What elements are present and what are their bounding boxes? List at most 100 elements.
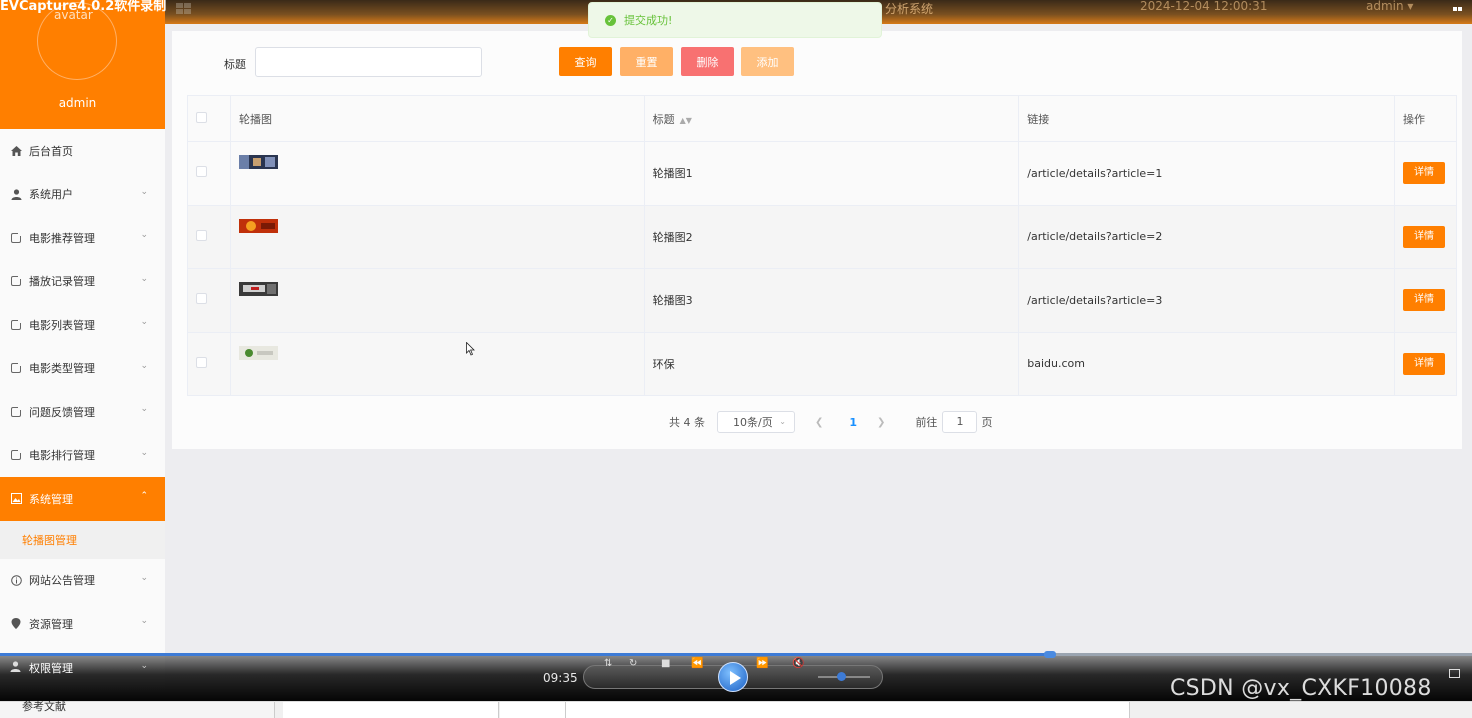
row-link: /article/details?article=1	[1018, 141, 1395, 206]
row-link: baidu.com	[1018, 331, 1395, 396]
sidebar-item-permissions[interactable]: 权限管理 ⌄	[0, 655, 165, 681]
system-title: 分析系统	[885, 2, 934, 16]
chevron-down-icon: ⌄	[140, 404, 148, 414]
sidebar-item-label: 系统用户	[29, 188, 73, 202]
sidebar-item-feedback[interactable]: 问题反馈管理 ⌄	[0, 390, 165, 434]
detail-button[interactable]: 详情	[1402, 289, 1445, 312]
goto-page-input[interactable]: 1	[942, 411, 978, 433]
select-all-cell	[187, 95, 231, 142]
clock-text: 2024-12-04 12:00:31	[1140, 0, 1268, 13]
title-search-input[interactable]	[255, 47, 482, 77]
stop-icon[interactable]: ■	[661, 658, 670, 669]
column-header-action: 操作	[1393, 95, 1458, 142]
query-button[interactable]: 查询	[559, 47, 612, 76]
fast-forward-icon[interactable]: ⏩	[756, 658, 768, 669]
add-button[interactable]: 添加	[741, 47, 794, 76]
shuffle-icon[interactable]: ⇅	[604, 658, 612, 669]
sidebar-item-movie-recommend[interactable]: 电影推荐管理 ⌄	[0, 216, 165, 260]
sidebar-item-label: 电影列表管理	[29, 318, 95, 332]
next-page-icon[interactable]: ❯	[877, 417, 885, 428]
row-checkbox[interactable]	[196, 166, 207, 178]
sidebar-item-movie-list[interactable]: 电影列表管理 ⌄	[0, 303, 165, 347]
chevron-down-icon: ⌄	[140, 360, 148, 371]
window-control-icon[interactable]	[1453, 1, 1465, 11]
mute-icon[interactable]: 🔇	[792, 658, 804, 669]
play-button[interactable]	[718, 662, 748, 692]
success-toast: ✓ 提交成功!	[588, 2, 882, 38]
playback-progress[interactable]	[0, 653, 1472, 656]
toast-message: 提交成功!	[624, 14, 673, 27]
menu-grid-icon[interactable]	[176, 3, 192, 15]
repeat-icon[interactable]: ↻	[629, 658, 637, 669]
select-all-checkbox[interactable]	[196, 111, 207, 123]
detail-button[interactable]: 详情	[1402, 162, 1445, 185]
home-icon	[10, 145, 22, 157]
row-title: 轮播图3	[643, 268, 1020, 333]
sidebar-item-label: 播放记录管理	[29, 275, 95, 289]
page-size-select[interactable]: 10条/页 ⌄	[717, 411, 795, 433]
rewind-icon[interactable]: ⏪	[691, 658, 703, 669]
row-checkbox[interactable]	[196, 293, 207, 305]
row-checkbox[interactable]	[196, 229, 207, 241]
sidebar-item-label: 权限管理	[29, 662, 73, 675]
username-label: admin	[58, 96, 97, 110]
current-page[interactable]: 1	[849, 416, 857, 429]
sidebar-item-announcements[interactable]: 网站公告管理 ⌄	[0, 559, 165, 603]
sidebar-item-resources[interactable]: 资源管理 ⌄	[0, 602, 165, 646]
sort-icon[interactable]: ▲▼	[680, 116, 692, 125]
mouse-cursor-icon	[466, 342, 475, 356]
sidebar-subitem-carousel[interactable]: 轮播图管理	[0, 520, 165, 559]
sidebar-item-movie-ranking[interactable]: 电影排行管理 ⌄	[0, 434, 165, 478]
check-circle-icon: ✓	[605, 14, 616, 26]
table-row: 环保 baidu.com 详情	[187, 331, 1458, 396]
pagination: 共 4 条 10条/页 ⌄ ❮ 1 ❯ 前往 1 页	[669, 411, 992, 433]
user-menu[interactable]: admin ▾	[1366, 0, 1413, 13]
sidebar-item-label: 资源管理	[29, 617, 73, 631]
sidebar-item-system-users[interactable]: 系统用户 ⌄	[0, 173, 165, 217]
page-unit-label: 页	[981, 416, 993, 429]
csdn-watermark: CSDN @vx_CXKF10088	[1170, 676, 1432, 701]
fullscreen-icon[interactable]	[1449, 669, 1460, 678]
chevron-down-icon: ⌄	[140, 661, 148, 671]
table-row: 轮播图2 /article/details?article=2 详情	[187, 204, 1458, 269]
chevron-up-icon: ⌃	[140, 491, 148, 501]
column-header-title[interactable]: 标题 ▲▼	[643, 95, 1020, 142]
module-icon	[10, 231, 22, 244]
table-header-row: 轮播图 标题 ▲▼ 链接 操作	[187, 95, 1458, 142]
chevron-down-icon: ⌄	[140, 572, 148, 583]
sidebar-item-movie-type[interactable]: 电影类型管理 ⌄	[0, 347, 165, 391]
carousel-thumbnail	[238, 345, 278, 360]
row-checkbox[interactable]	[196, 356, 207, 368]
sidebar-item-label: 问题反馈管理	[29, 405, 95, 419]
sidebar-item-system-management[interactable]: 系统管理 ⌃	[0, 477, 165, 521]
row-title: 轮播图2	[643, 204, 1020, 269]
sidebar-item-play-history[interactable]: 播放记录管理 ⌄	[0, 260, 165, 304]
detail-button[interactable]: 详情	[1402, 352, 1445, 375]
column-header-image: 轮播图	[229, 95, 645, 142]
sidebar-item-label: 后台首页	[29, 144, 73, 158]
module-icon	[10, 275, 22, 287]
row-link: /article/details?article=3	[1018, 268, 1395, 333]
sidebar-item-label: 电影推荐管理	[29, 231, 95, 245]
table-row: 轮播图3 /article/details?article=3 详情	[187, 268, 1458, 333]
goto-label: 前往	[915, 416, 938, 429]
info-icon	[10, 574, 22, 586]
sidebar: avatar admin 后台首页 系统用户 ⌄ 电影推荐管理 ⌄ 播放记录管理…	[0, 0, 165, 718]
sidebar-item-home[interactable]: 后台首页	[0, 129, 165, 173]
detail-button[interactable]: 详情	[1402, 225, 1445, 248]
prev-page-icon[interactable]: ❮	[815, 417, 823, 428]
location-icon	[10, 618, 22, 630]
chevron-down-icon: ⌄	[140, 317, 148, 327]
progress-handle[interactable]	[1043, 651, 1056, 658]
user-icon	[10, 661, 22, 675]
table-row: 轮播图1 /article/details?article=1 详情	[187, 141, 1458, 206]
chevron-down-icon: ⌄	[140, 616, 148, 626]
reset-button[interactable]: 重置	[620, 47, 673, 76]
module-icon	[10, 362, 22, 374]
recorder-title: EVCapture4.0.2软件录制	[0, 0, 167, 14]
user-icon	[10, 188, 22, 200]
delete-button[interactable]: 删除	[681, 47, 734, 76]
chevron-down-icon: ⌄	[140, 230, 148, 240]
row-title: 轮播图1	[643, 141, 1020, 206]
chevron-down-icon: ⌄	[779, 417, 786, 426]
